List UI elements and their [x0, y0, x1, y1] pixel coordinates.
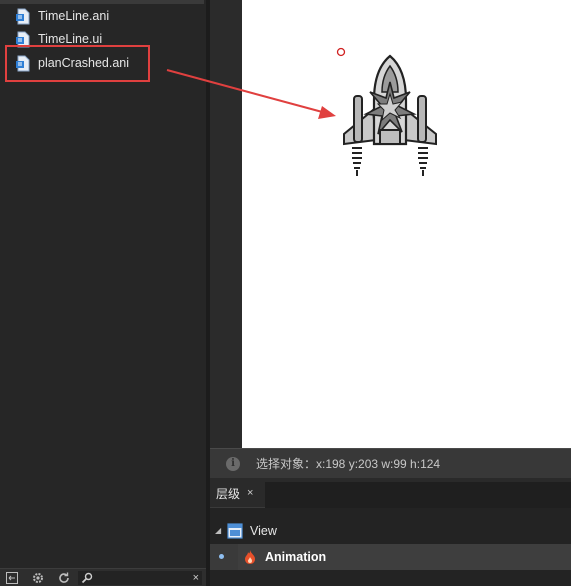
file-name: TimeLine.ui [38, 32, 103, 46]
flame-icon [245, 550, 255, 564]
selection-status-bar: i 选择对象：x:198 y:203 w:99 h:124 [210, 448, 571, 478]
expand-toggle-icon[interactable]: ◢ [215, 526, 223, 535]
stage-gutter [210, 0, 242, 448]
file-item-timeline-ani[interactable]: TimeLine.ani [15, 6, 109, 26]
layer-node-view[interactable]: ◢ View [210, 518, 571, 544]
info-icon: i [226, 456, 240, 471]
search-icon [81, 572, 93, 584]
highlight-box [5, 45, 150, 82]
refresh-icon[interactable] [57, 571, 71, 585]
selection-info-text: 选择对象：x:198 y:203 w:99 h:124 [256, 457, 441, 471]
layers-panel: 层级 × ◢ View Animation [210, 478, 571, 586]
tab-layers[interactable]: 层级 × [210, 478, 265, 508]
clear-search-button[interactable]: × [193, 571, 199, 585]
node-bullet-icon [219, 554, 224, 559]
layer-node-label: Animation [265, 550, 327, 564]
design-canvas[interactable] [242, 0, 571, 448]
file-name: TimeLine.ani [38, 9, 110, 23]
layers-tab-bar: 层级 × [210, 478, 571, 508]
tab-close-button[interactable]: × [247, 487, 253, 499]
gear-icon[interactable] [31, 571, 45, 585]
file-panel-toolbar: × [0, 568, 206, 586]
project-file-panel: TimeLine.ani TimeLine.ui planCrashed.ani [0, 0, 206, 568]
layer-node-label: View [250, 524, 277, 538]
tab-layers-label: 层级 [216, 486, 241, 501]
file-search-input[interactable]: × [78, 571, 202, 585]
view-icon [227, 523, 243, 539]
layer-node-animation[interactable]: Animation [210, 544, 571, 570]
collapse-icon[interactable] [5, 571, 19, 585]
tab-bar-empty-area [265, 482, 571, 508]
file-document-icon [16, 8, 30, 24]
panel-top-scroll-edge [0, 0, 204, 4]
spaceship-sprite-icon[interactable] [338, 52, 443, 180]
